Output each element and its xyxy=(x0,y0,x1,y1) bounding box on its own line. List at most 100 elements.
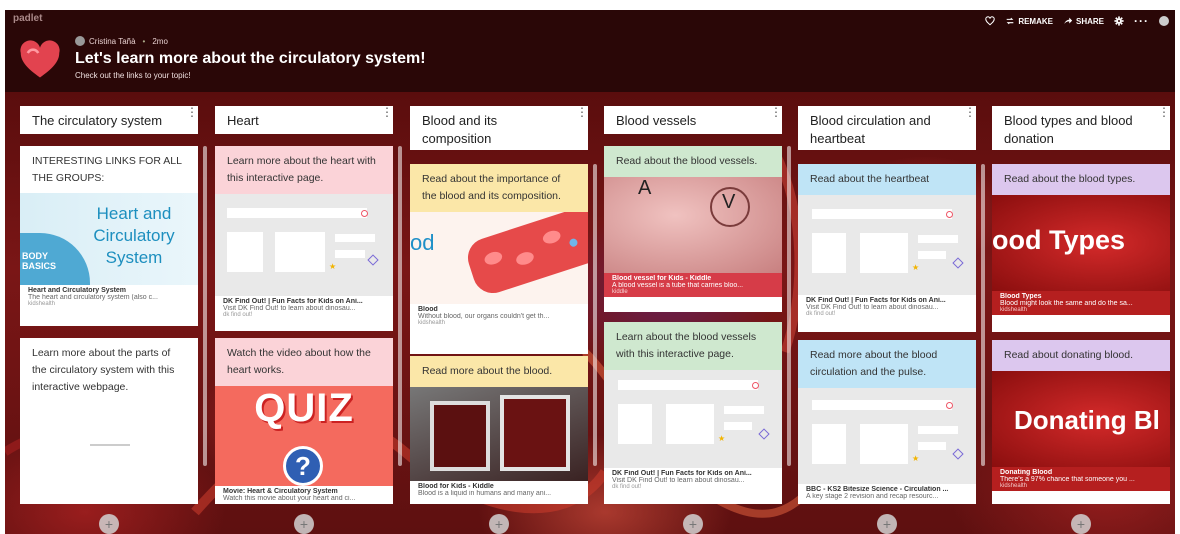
add-post-button[interactable]: + xyxy=(99,514,119,534)
link-source: dk find out! xyxy=(612,484,642,490)
thumbnail-badge: BODY BASICS xyxy=(22,251,56,271)
column-more-icon[interactable]: ⋮ xyxy=(964,106,976,124)
link-meta: Blood for Kids - Kiddle Blood is a liqui… xyxy=(410,481,588,499)
column-more-icon[interactable]: ⋮ xyxy=(381,106,393,124)
blood-bags-photo xyxy=(410,387,588,481)
mock-bar xyxy=(618,380,758,390)
mock-block xyxy=(812,233,846,273)
card-caption: Read about the blood types. xyxy=(992,164,1170,195)
link-meta: DK Find Out! | Fun Facts for Kids on Ani… xyxy=(798,295,976,319)
link-thumbnail: ★ xyxy=(215,194,393,296)
remake-button[interactable]: REMAKE xyxy=(1005,16,1053,26)
post-card[interactable]: Learn more about the heart with this int… xyxy=(215,146,393,331)
column-more-icon[interactable]: ⋮ xyxy=(1158,106,1170,124)
add-post-button[interactable]: + xyxy=(877,514,897,534)
link-description: Blood might look the same and do the sa.… xyxy=(1000,300,1133,307)
mock-line xyxy=(918,426,958,434)
diamond-icon xyxy=(367,254,379,266)
plus-icon: + xyxy=(1076,516,1086,532)
link-description: Visit DK Find Out! to learn about dinosa… xyxy=(223,305,356,312)
remake-label: REMAKE xyxy=(1018,16,1053,26)
mock-block xyxy=(227,232,263,272)
post-card[interactable]: Read about the importance of the blood a… xyxy=(410,164,588,354)
mock-bar xyxy=(812,400,952,410)
add-post-button[interactable]: + xyxy=(683,514,703,534)
post-card[interactable]: Read more about the blood. Blood for Kid… xyxy=(410,356,588,504)
page-subtitle: Check out the links to your topic! xyxy=(75,71,191,80)
column-more-icon[interactable]: ⋮ xyxy=(576,106,588,124)
link-source: kidshealth xyxy=(28,301,56,307)
post-card[interactable]: Read more about the blood circulation an… xyxy=(798,340,976,504)
column-more-icon[interactable]: ⋮ xyxy=(186,106,198,124)
card-caption: Learn more about the parts of the circul… xyxy=(20,338,198,403)
link-description: Visit DK Find Out! to learn about dinosa… xyxy=(806,304,939,311)
user-avatar-button[interactable] xyxy=(1159,16,1169,26)
post-card[interactable]: Read about donating blood. Donating Bl D… xyxy=(992,340,1170,504)
link-title: Donating Blood xyxy=(1000,469,1053,476)
link-title: Blood vessel for Kids - Kiddle xyxy=(612,275,712,282)
link-thumbnail: ★ xyxy=(798,195,976,295)
thumb-line-1: Heart and xyxy=(96,204,172,223)
vein-label: V xyxy=(722,191,736,213)
padlet-logo-text[interactable]: padlet xyxy=(13,13,42,24)
column-more-icon[interactable]: ⋮ xyxy=(770,106,782,124)
column-scrollbar[interactable] xyxy=(593,164,597,466)
like-button[interactable] xyxy=(985,16,996,26)
column-title: Blood and its composition xyxy=(422,113,498,146)
gear-icon xyxy=(1114,16,1124,26)
video-thumbnail: QUIZ ? xyxy=(215,386,393,486)
link-title: Movie: Heart & Circulatory System xyxy=(223,488,338,495)
plus-icon: + xyxy=(494,516,504,532)
mock-line xyxy=(724,422,752,430)
column-scrollbar[interactable] xyxy=(787,146,791,466)
column-header: Blood circulation and heartbeat ⋮ xyxy=(798,106,976,150)
settings-button[interactable] xyxy=(1114,16,1124,26)
share-arrow-icon xyxy=(1064,17,1073,24)
share-button[interactable]: SHARE xyxy=(1063,16,1104,26)
question-mark-icon: ? xyxy=(283,446,323,486)
page-title: Let's learn more about the circulatory s… xyxy=(75,50,426,67)
card-caption: Read about the heartbeat xyxy=(798,164,976,195)
post-card[interactable]: Watch the video about how the heart work… xyxy=(215,338,393,504)
column-title: The circulatory system xyxy=(32,113,163,128)
diamond-icon xyxy=(952,257,964,269)
column-scrollbar[interactable] xyxy=(981,164,985,466)
column-scrollbar[interactable] xyxy=(398,146,402,466)
mock-circle-icon xyxy=(361,210,368,217)
column-scrollbar[interactable] xyxy=(203,146,207,466)
add-post-button[interactable]: + xyxy=(294,514,314,534)
link-source: dk find out! xyxy=(223,312,253,318)
thumbnail-text: od xyxy=(410,230,435,255)
post-card[interactable]: Learn about the blood vessels with this … xyxy=(604,322,782,504)
plus-icon: + xyxy=(299,516,309,532)
link-meta: Blood Without blood, our organs couldn't… xyxy=(410,304,588,328)
blood-bag xyxy=(500,395,570,471)
link-description: Visit DK Find Out! to learn about dinosa… xyxy=(612,477,745,484)
post-card[interactable]: INTERESTING LINKS FOR ALL THE GROUPS: BO… xyxy=(20,146,198,326)
plus-icon: + xyxy=(104,516,114,532)
more-options-button[interactable]: ··· xyxy=(1134,14,1149,28)
link-meta: Heart and Circulatory System The heart a… xyxy=(20,285,198,309)
link-thumbnail: Donating Bl xyxy=(992,371,1170,467)
link-source: kidshealth xyxy=(1000,483,1028,489)
post-card[interactable]: Read about the blood types. ood Types Bl… xyxy=(992,164,1170,332)
post-author: Cristina Tañà • 2mo xyxy=(75,36,168,46)
link-thumbnail: ★ xyxy=(798,388,976,484)
link-description: Watch this movie about your heart and ci… xyxy=(223,495,356,502)
post-card[interactable]: Read about the blood vessels. A V Blood … xyxy=(604,146,782,312)
mock-line xyxy=(335,250,365,258)
mock-line xyxy=(918,442,946,450)
add-post-button[interactable]: + xyxy=(1071,514,1091,534)
column-header: The circulatory system ⋮ xyxy=(20,106,198,134)
column-title: Blood vessels xyxy=(616,113,697,128)
add-post-button[interactable]: + xyxy=(489,514,509,534)
star-icon: ★ xyxy=(912,263,920,272)
post-card[interactable]: Read about the heartbeat ★ DK Find Out! … xyxy=(798,164,976,332)
link-title: DK Find Out! | Fun Facts for Kids on Ani… xyxy=(612,470,752,477)
column-header: Blood types and blood donation ⋮ xyxy=(992,106,1170,150)
padlet-board: padlet REMAKE SHARE ··· Cristina Tañà • … xyxy=(5,10,1175,534)
mock-block xyxy=(860,233,908,273)
link-meta: Donating Blood There's a 97% chance that… xyxy=(992,467,1170,491)
post-card[interactable]: Learn more about the parts of the circul… xyxy=(20,338,198,504)
link-meta: DK Find Out! | Fun Facts for Kids on Ani… xyxy=(215,296,393,320)
